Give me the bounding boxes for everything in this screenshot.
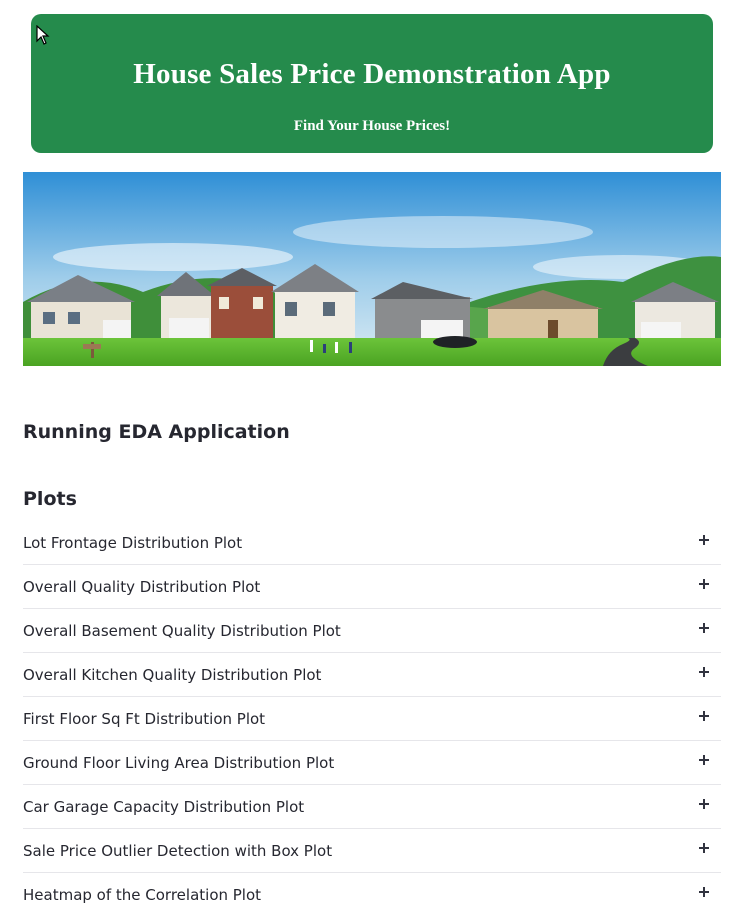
plus-icon[interactable] (697, 665, 711, 679)
plus-icon[interactable] (697, 885, 711, 899)
expander-ground-living-area[interactable]: Ground Floor Living Area Distribution Pl… (23, 741, 721, 785)
app-subtitle: Find Your House Prices! (293, 118, 451, 134)
expander-label: Car Garage Capacity Distribution Plot (23, 798, 305, 816)
expander-first-floor-sqft[interactable]: First Floor Sq Ft Distribution Plot (23, 697, 721, 741)
expander-correlation-heatmap[interactable]: Heatmap of the Correlation Plot (23, 873, 721, 915)
plus-icon[interactable] (697, 797, 711, 811)
plus-icon[interactable] (697, 709, 711, 723)
hero-houses-image (23, 172, 721, 366)
mouse-cursor-icon (36, 25, 50, 45)
plus-icon[interactable] (697, 621, 711, 635)
expander-sale-price-outlier[interactable]: Sale Price Outlier Detection with Box Pl… (23, 829, 721, 873)
plus-icon[interactable] (697, 753, 711, 767)
plus-icon[interactable] (697, 841, 711, 855)
expander-label: Ground Floor Living Area Distribution Pl… (23, 754, 335, 772)
expander-label: Sale Price Outlier Detection with Box Pl… (23, 842, 333, 860)
expander-kitchen-quality[interactable]: Overall Kitchen Quality Distribution Plo… (23, 653, 721, 697)
expander-label: Overall Basement Quality Distribution Pl… (23, 622, 341, 640)
expander-lot-frontage[interactable]: Lot Frontage Distribution Plot (23, 521, 721, 565)
expander-overall-quality[interactable]: Overall Quality Distribution Plot (23, 565, 721, 609)
app-title: House Sales Price Demonstration App (133, 58, 611, 90)
plus-icon[interactable] (697, 577, 711, 591)
eda-heading: Running EDA Application (23, 421, 290, 443)
expander-label: First Floor Sq Ft Distribution Plot (23, 710, 266, 728)
expander-label: Overall Kitchen Quality Distribution Plo… (23, 666, 322, 684)
plots-heading: Plots (23, 488, 77, 510)
page: House Sales Price Demonstration App Find… (0, 0, 731, 915)
expander-basement-quality[interactable]: Overall Basement Quality Distribution Pl… (23, 609, 721, 653)
expander-label: Heatmap of the Correlation Plot (23, 886, 262, 904)
plots-expander-list: Lot Frontage Distribution Plot Overall Q… (23, 521, 721, 915)
expander-label: Lot Frontage Distribution Plot (23, 534, 243, 552)
expander-label: Overall Quality Distribution Plot (23, 578, 261, 596)
app-banner: House Sales Price Demonstration App Find… (31, 14, 713, 153)
expander-garage-capacity[interactable]: Car Garage Capacity Distribution Plot (23, 785, 721, 829)
plus-icon[interactable] (697, 533, 711, 547)
